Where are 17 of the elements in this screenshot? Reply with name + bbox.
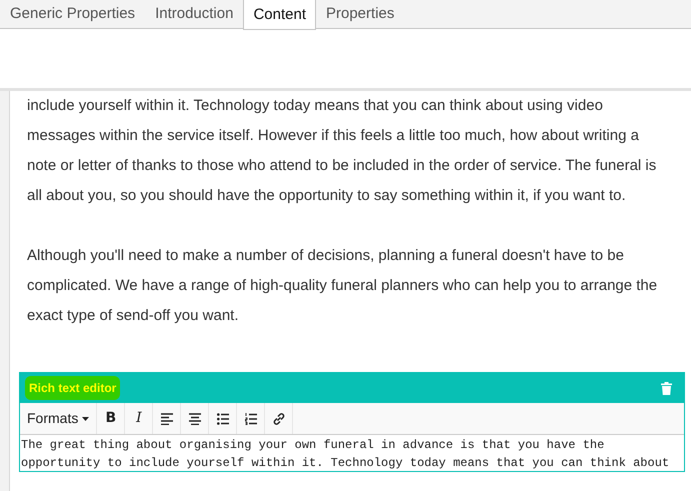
- bullet-list-icon: [216, 413, 229, 426]
- italic-button[interactable]: I: [125, 403, 154, 434]
- link-icon: [272, 413, 285, 426]
- tab[interactable]: Content: [243, 0, 316, 30]
- bold-button[interactable]: B: [97, 403, 126, 434]
- tab[interactable]: Properties: [316, 0, 404, 29]
- caret-icon: [82, 416, 90, 420]
- editor-text[interactable]: The great thing about organising your own funeral in advance is that you have the opportunity to include yourself within it. Technology today means that you can think about: [20, 435, 684, 471]
- align-center-icon: [188, 413, 201, 426]
- align-left-icon: [160, 413, 173, 426]
- paragraph: Although you'll need to make a number of decisions, planning a funeral doesn't have to be complicated. We have a range of high-quality funeral planners who can help you to arrange the exact type of send-off you want.: [27, 246, 658, 326]
- paragraph: include yourself within it. Technology today means that you can think about using video messages within the service itself. However if this feels a little too much, how about writing a note or letter of thanks to those who attend to be included in the order of service. The funeral is all about you, so you should have the opportunity to say something within it, if you want to.: [27, 96, 658, 206]
- numbered-list-icon: [244, 413, 257, 426]
- formats-dropdown[interactable]: Formats: [20, 403, 98, 434]
- editor-title: Rich text editor: [25, 376, 120, 400]
- tab[interactable]: Introduction: [145, 0, 244, 29]
- tab[interactable]: Generic Properties: [0, 0, 146, 29]
